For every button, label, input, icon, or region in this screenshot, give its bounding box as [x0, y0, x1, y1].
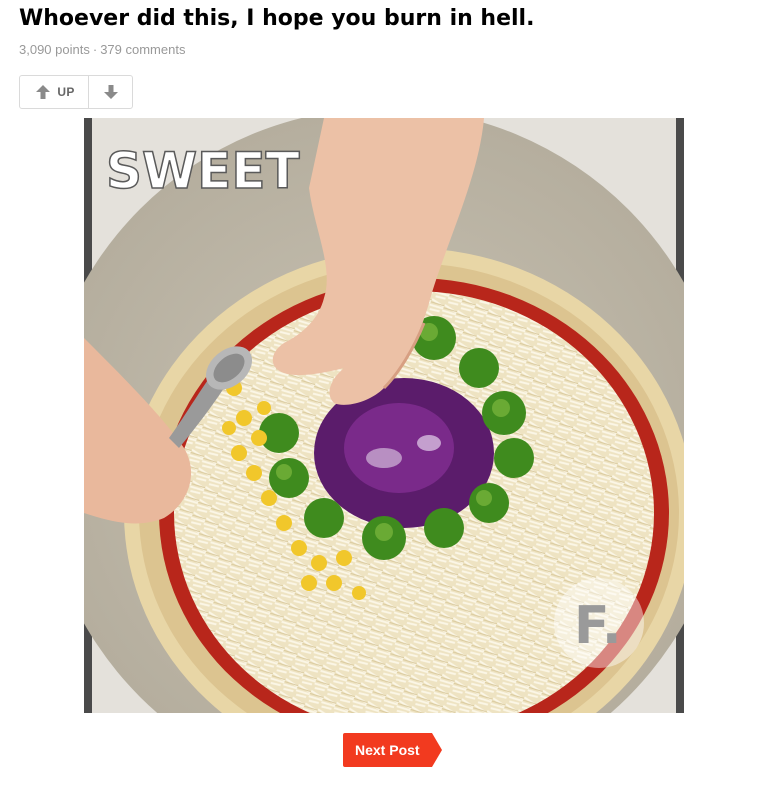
vote-bar: UP [19, 75, 133, 109]
upvote-label: UP [57, 85, 75, 99]
downvote-button[interactable] [89, 76, 132, 108]
comments-link[interactable]: 379 comments [100, 42, 185, 57]
post-media[interactable]: SWEET F. [84, 118, 684, 713]
watermark-letter: F. [574, 596, 622, 656]
points-link[interactable]: 3,090 points [19, 42, 90, 57]
next-post-button[interactable]: Next Post [343, 733, 442, 767]
arrow-tip-icon [431, 733, 442, 767]
overlay-text: SWEET [106, 142, 300, 200]
post-meta: 3,090 points · 379 comments [19, 41, 185, 59]
post-container: Whoever did this, I hope you burn in hel… [0, 0, 761, 788]
post-title: Whoever did this, I hope you burn in hel… [19, 6, 535, 31]
next-post-label: Next Post [343, 733, 432, 767]
meta-separator: · [92, 42, 98, 57]
upvote-button[interactable]: UP [20, 76, 89, 108]
pizza-image: SWEET F. [84, 118, 684, 713]
arrow-up-icon [36, 85, 51, 99]
arrow-down-icon [103, 85, 118, 99]
